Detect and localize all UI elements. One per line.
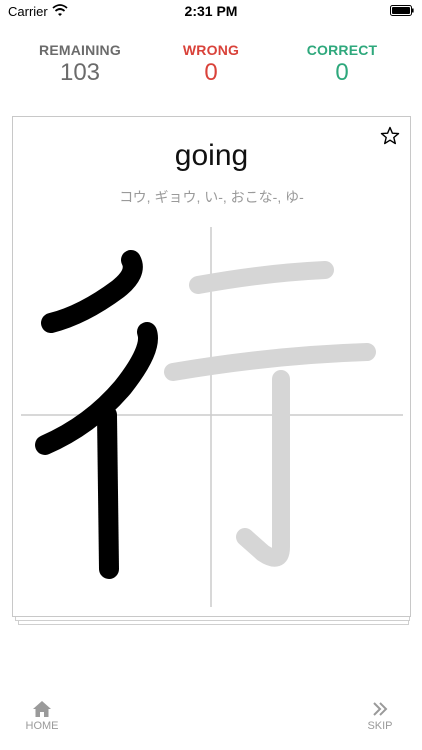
status-time: 2:31 PM	[184, 3, 238, 19]
card-readings: コウ, ギョウ, い-, おこな-, ゆ-	[119, 189, 304, 205]
wrong-value: 0	[204, 59, 218, 86]
guide-stroke	[189, 261, 334, 294]
skip-tab-label: SKIP	[367, 720, 393, 732]
guide-stroke	[236, 370, 290, 567]
stat-wrong: WRONG 0	[141, 42, 281, 87]
remaining-value: 103	[59, 59, 101, 86]
kanji-card: going コウ, ギョウ, い-, おこな-, ゆ-	[12, 116, 411, 617]
battery-icon	[390, 5, 414, 16]
remaining-label: REMAINING	[39, 42, 121, 58]
status-bar: Carrier 2:31 PM	[0, 0, 422, 22]
skip-tab[interactable]: SKIP	[350, 700, 410, 732]
double-chevron-right-icon	[373, 702, 388, 716]
drawing-canvas[interactable]	[13, 217, 410, 615]
written-stroke	[41, 250, 143, 333]
home-icon	[33, 701, 51, 717]
stat-remaining: REMAINING 103	[10, 42, 150, 87]
home-tab[interactable]: HOME	[12, 700, 72, 732]
star-outline-icon[interactable]	[380, 126, 400, 146]
stat-correct: CORRECT 0	[272, 42, 412, 87]
correct-label: CORRECT	[306, 42, 378, 58]
card-meaning: going	[174, 139, 249, 172]
written-stroke	[35, 322, 158, 455]
guide-stroke	[164, 343, 376, 381]
quiz-screen: Carrier 2:31 PM REMAINING 103 WRONG 0 CO…	[0, 0, 422, 750]
home-tab-label: HOME	[25, 720, 59, 732]
written-stroke	[97, 405, 119, 579]
wrong-label: WRONG	[182, 42, 240, 58]
correct-value: 0	[335, 59, 349, 86]
